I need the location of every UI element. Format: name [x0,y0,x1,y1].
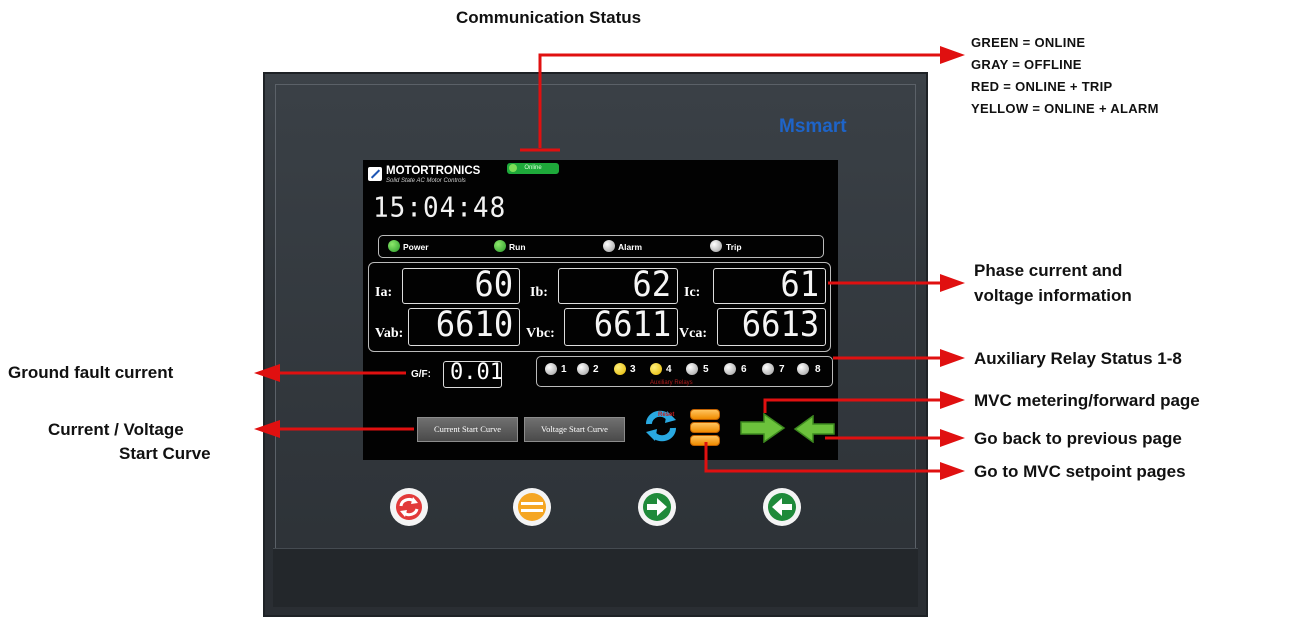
callout-phase-line2: voltage information [974,286,1132,305]
callout-communication-status: Communication Status [456,8,642,27]
legend-red: RED = ONLINE + TRIP [971,79,1113,94]
callout-start-curve-line2: Start Curve [119,444,211,463]
legend-gray: GRAY = OFFLINE [971,57,1082,72]
legend-green: GREEN = ONLINE [971,35,1086,50]
callout-mvc-forward: MVC metering/forward page [974,391,1200,410]
callout-setpoint: Go to MVC setpoint pages [974,462,1186,481]
callout-start-curve-line1: Current / Voltage [48,420,184,439]
callout-phase-line1: Phase current and [974,261,1123,280]
callout-ground-fault: Ground fault current [8,363,174,382]
callout-aux-relay: Auxiliary Relay Status 1-8 [974,349,1182,368]
callout-go-back: Go back to previous page [974,429,1182,448]
legend-yellow: YELLOW = ONLINE + ALARM [971,101,1159,116]
